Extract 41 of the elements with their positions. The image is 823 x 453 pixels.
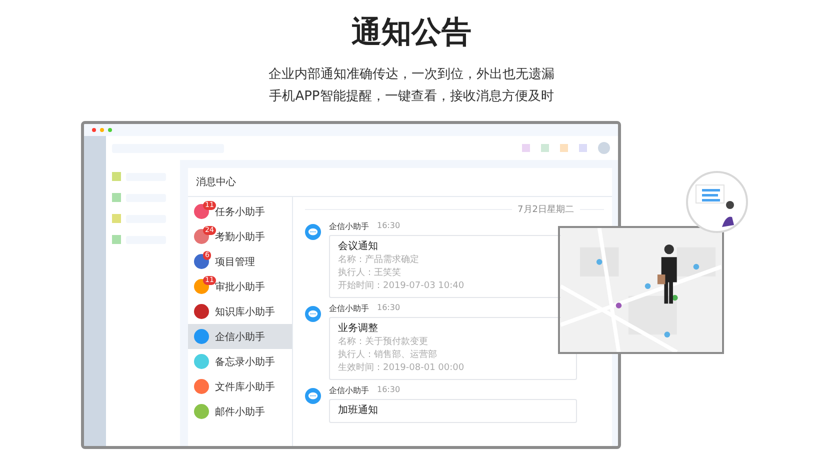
assistant-item[interactable]: 文件库小助手 [188,374,292,399]
nav-square-icon [112,214,121,223]
placeholder-square [579,144,587,152]
message-detail: 名称：产品需求确定 [338,254,420,267]
chat-bubble-icon [305,306,321,322]
panel-title: 消息中心 [188,168,612,197]
assistant-item[interactable]: 企信小助手 [188,324,292,349]
message-detail: 生效时间：2019-08-01 00:00 [338,362,466,375]
message-detail: 名称：关于预付款变更 [338,336,429,349]
message-title: 业务调整 [338,322,379,336]
chat-zoom-drawing [686,171,748,233]
avatar-circle [598,142,610,154]
assistant-item[interactable]: 备忘录小助手 [188,349,292,374]
sender-name: 企信小助手 [329,385,369,396]
message-time: 16:30 [377,303,400,314]
assistant-item[interactable]: 邮件小助手 [188,399,292,424]
close-dot[interactable] [92,128,96,132]
sender-name: 企信小助手 [329,221,369,232]
page-title: 通知公告 [350,14,472,52]
placeholder-square [541,144,549,152]
message-title: 加班通知 [338,404,379,418]
chat-bubble-icon [305,224,321,240]
nav-square-icon [112,172,121,181]
minimize-dot[interactable] [100,128,104,132]
message-title: 会议通知 [338,240,379,254]
date-divider: 7月2日星期二 [518,204,574,216]
subtitle-line: 企业内部通知准确传达，一次到位，外出也无遗漏 [268,66,556,84]
message-time: 16:30 [377,385,400,396]
message-detail: 开始时间：2019-07-03 10:40 [338,280,466,293]
message-detail: 执行人：销售部、运营部 [338,349,438,362]
placeholder-square [560,144,568,152]
message-detail: 执行人：王笑笑 [338,267,402,280]
sender-name: 企信小助手 [329,303,369,314]
nav-square-icon [112,193,121,202]
placeholder-square [522,144,530,152]
message-time: 16:30 [377,221,400,232]
nav-square-icon [112,235,121,244]
zoom-dot[interactable] [108,128,112,132]
subtitle-line: 手机APP智能提醒，一键查看，接收消息方便及时 [268,88,555,106]
assistant-item[interactable]: 知识库小助手 [188,299,292,324]
chat-bubble-icon [305,388,321,404]
